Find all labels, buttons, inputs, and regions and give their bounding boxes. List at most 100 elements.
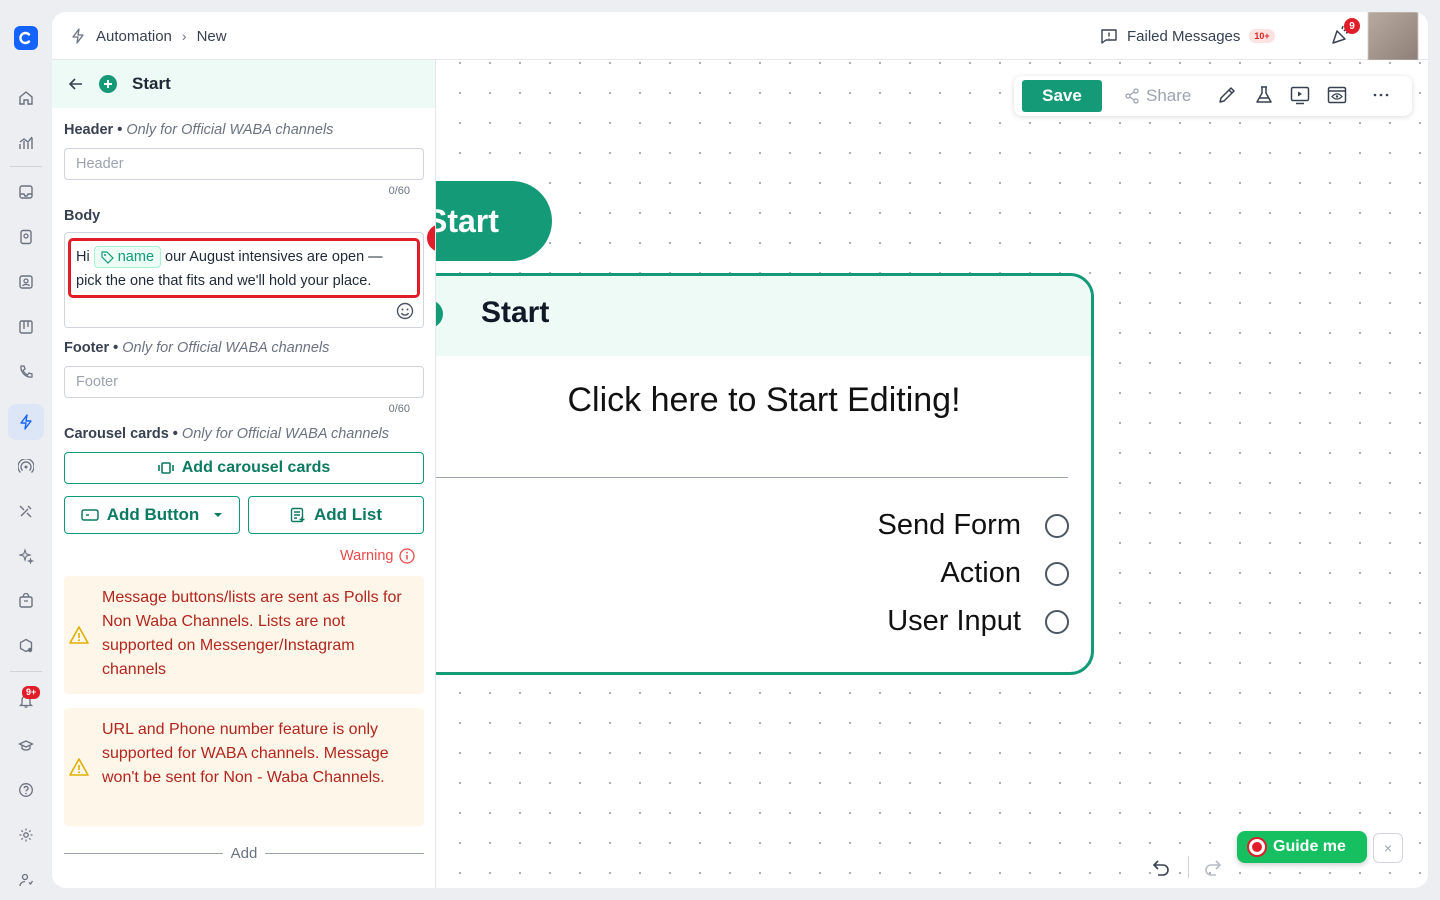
more-options-icon[interactable] [1370,84,1394,108]
body-text-line1: our August intensives are open — [165,249,383,265]
inbox-icon[interactable] [14,180,38,204]
body-prefix: Hi [76,249,90,265]
shop-icon[interactable] [14,589,38,613]
warning-triangle-icon [68,756,90,778]
add-list-label: Add List [314,505,382,524]
option-send-form[interactable]: Send Form [878,509,1069,542]
rail-divider [10,671,42,672]
tools-icon[interactable] [14,499,38,523]
share-label: Share [1146,86,1192,105]
failed-messages-link[interactable]: Failed Messages 10+ [1100,12,1275,60]
add-list-button[interactable]: Add List [248,496,424,534]
add-carousel-button[interactable]: Add carousel cards [64,452,424,484]
integrations-icon[interactable] [14,634,38,658]
start-node-title: Start [481,296,550,329]
connector-handle[interactable] [1045,561,1069,586]
add-divider-label: Add [230,844,258,862]
app-logo-icon[interactable] [14,26,38,50]
tag-icon [101,251,114,264]
connector-handle[interactable] [1045,513,1069,538]
back-arrow-icon[interactable] [68,76,84,92]
test-flask-icon[interactable] [1253,84,1277,108]
announcements-badge: 9 [1344,18,1360,34]
node-editor-panel: Start Header • Only for Official WABA ch… [52,60,436,888]
start-node-card[interactable]: Start Click here to Start Editing! Send … [436,273,1094,675]
share-icon [1124,88,1140,104]
target-icon [1249,839,1265,855]
option-action[interactable]: Action [940,557,1069,590]
account-icon[interactable] [14,868,38,892]
warning-triangle-icon [68,624,90,646]
panel-title: Start [132,74,171,93]
connector-handle[interactable] [1045,609,1069,634]
nav-rail: 9+ [0,0,52,900]
flow-canvas[interactable]: Save Share Start Start Click here to Sta… [436,60,1428,888]
breadcrumb: Automation › New [70,12,227,60]
info-icon [399,548,416,564]
settings-icon[interactable] [14,823,38,847]
rail-divider [10,166,42,167]
redo-icon[interactable] [1202,856,1224,878]
announcements-button[interactable]: 9 [1330,18,1360,50]
save-button[interactable]: Save [1022,80,1102,112]
body-text-highlight[interactable]: Hi name our August intensives are open —… [68,238,420,298]
canvas-toolbar: Save Share [1014,76,1412,116]
notifications-badge: 9+ [22,686,41,699]
undo-icon[interactable] [1150,856,1172,878]
node-divider [436,477,1068,478]
phone-icon[interactable] [14,360,38,384]
breadcrumb-root[interactable]: Automation [96,28,172,45]
warning-waba: URL and Phone number feature is only sup… [64,708,424,826]
header-char-count: 0/60 [388,185,410,197]
failed-count-badge: 10+ [1249,29,1275,43]
variable-tag[interactable]: name [93,246,162,269]
option-label: Send Form [877,509,1021,541]
footer-char-count: 0/60 [388,403,410,415]
variable-tag-label: name [117,249,155,266]
body-field-label: Body [64,208,101,224]
chevron-right-icon: › [181,28,187,44]
guide-me-label: Guide me [1273,838,1346,855]
footer-field-label: Footer • Only for Official WABA channels [64,340,330,356]
warning-label: Warning [340,548,416,564]
start-pill-node[interactable]: Start [436,181,552,261]
carousel-icon [157,461,174,475]
close-icon[interactable]: × [1373,833,1403,863]
edit-pencil-icon[interactable] [1216,84,1240,108]
button-icon [80,509,99,521]
contacts-icon[interactable] [14,225,38,249]
caret-down-icon [213,512,223,518]
start-node-header: Start [436,276,1091,356]
breadcrumb-current: New [196,27,227,45]
automation-bolt-icon [70,28,86,44]
broadcast-icon[interactable] [14,455,38,479]
ai-sparkle-icon[interactable] [14,544,38,568]
header-input[interactable]: Header [64,148,424,180]
emoji-icon[interactable] [396,302,414,320]
share-button[interactable]: Share [1124,80,1191,112]
plus-icon [436,300,443,328]
learn-icon[interactable] [14,734,38,758]
add-button-label: Add Button [106,505,200,524]
guide-me-button[interactable]: Guide me [1237,831,1367,863]
toolbar-divider [1188,856,1189,878]
carousel-field-label: Carousel cards • Only for Official WABA … [64,426,390,442]
option-label: Action [940,557,1021,589]
add-button-dropdown[interactable]: Add Button [64,496,240,534]
start-editing-prompt[interactable]: Click here to Start Editing! [436,381,1089,420]
preview-play-icon[interactable] [1289,84,1313,108]
option-user-input[interactable]: User Input [887,605,1069,638]
help-icon[interactable] [14,778,38,802]
automation-icon[interactable] [8,404,44,440]
home-icon[interactable] [14,86,38,110]
avatar[interactable] [1368,12,1418,60]
users-icon[interactable] [14,270,38,294]
party-popper-icon [1330,25,1352,50]
footer-input[interactable]: Footer [64,366,424,398]
board-icon[interactable] [14,315,38,339]
panel-header: Start [52,60,435,108]
add-carousel-label: Add carousel cards [181,459,331,476]
view-eye-icon[interactable] [1326,84,1350,108]
step-marker: 4 [427,224,435,252]
analytics-icon[interactable] [14,131,38,155]
